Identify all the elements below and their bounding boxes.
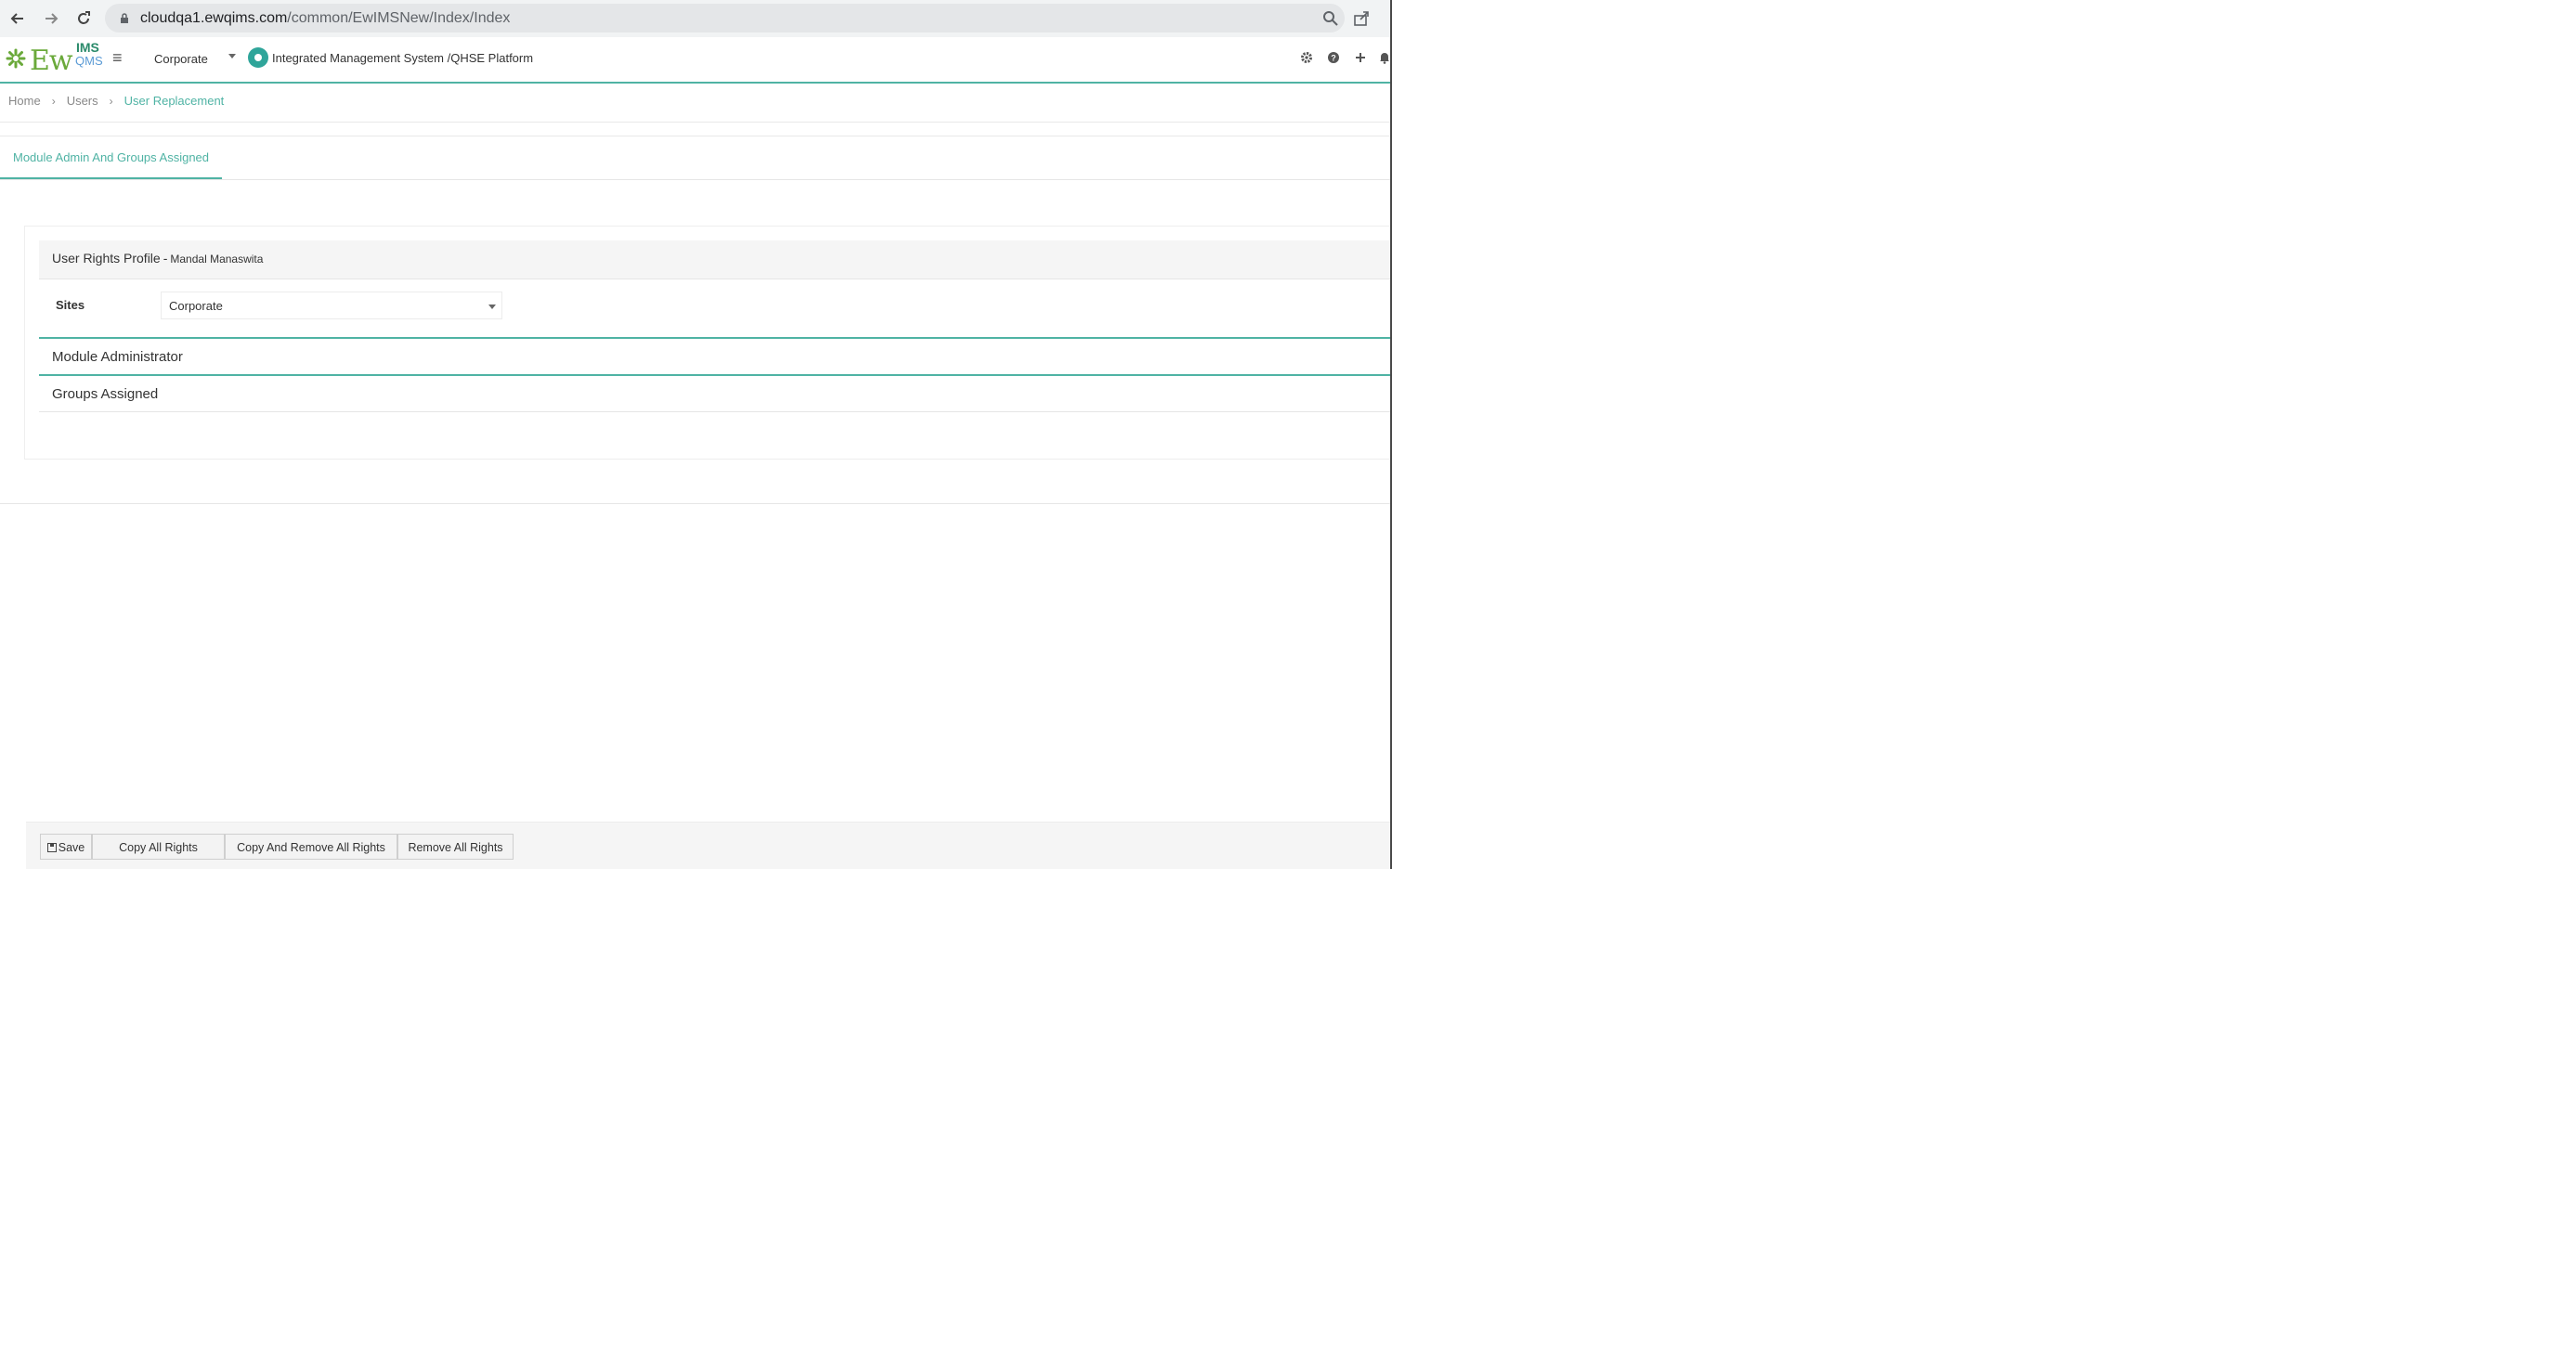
logo-sup-top: IMS [76,40,99,55]
back-arrow-icon[interactable] [5,6,31,32]
help-icon[interactable]: ? [1325,49,1342,66]
module-administrator-title: Module Administrator [52,349,183,365]
tab-strip: Module Admin And Groups Assigned [0,136,1390,180]
sites-dropdown[interactable]: Corporate [161,292,502,319]
url-host: cloudqa1.ewqims.com [140,10,288,26]
sites-label: Sites [56,298,85,312]
screenshot-viewport: cloudqa1.ewqims.com/common/EwIMSNew/Inde… [0,0,1390,869]
logo-text: Ew [30,45,73,77]
plus-icon[interactable] [1352,49,1369,66]
gear-icon[interactable] [1298,49,1315,66]
copy-and-remove-all-rights-button[interactable]: Copy And Remove All Rights [225,834,397,860]
profile-user-name: Mandal Manaswita [170,253,264,266]
sites-dropdown-value: Corporate [169,299,223,313]
remove-all-rights-button[interactable]: Remove All Rights [397,834,514,860]
profile-title-text: User Rights Profile [52,251,161,266]
copy-all-rights-button[interactable]: Copy All Rights [92,834,225,860]
browser-toolbar: cloudqa1.ewqims.com/common/EwIMSNew/Inde… [0,0,1390,37]
profile-header: User Rights Profile - Mandal Manaswita [39,240,1390,279]
forward-arrow-icon[interactable] [38,6,64,32]
zoom-icon[interactable] [1321,9,1340,28]
platform-title: Integrated Management System /QHSE Platf… [272,51,534,65]
platform-logo-icon [248,47,268,68]
chevron-right-icon: › [109,95,113,108]
groups-assigned-title: Groups Assigned [52,386,159,402]
groups-assigned-section[interactable]: Groups Assigned [39,376,1390,412]
breadcrumb: Home › Users › User Replacement [8,94,224,108]
logo-flower-icon [6,48,26,69]
divider [0,122,1390,123]
chevron-down-icon [228,54,236,58]
chevron-right-icon: › [51,95,56,108]
floppy-disk-icon [46,843,57,852]
address-bar[interactable]: cloudqa1.ewqims.com/common/EwIMSNew/Inde… [105,4,1345,32]
screenshot-edge [1390,0,1392,869]
save-button[interactable]: Save [40,834,92,860]
site-selector[interactable]: Corporate [147,46,240,71]
bell-icon[interactable] [1376,49,1390,66]
action-bar: Save Copy All Rights Copy And Remove All… [26,822,1390,869]
lock-icon [121,13,128,23]
hamburger-menu-icon[interactable]: ≡ [112,48,123,68]
breadcrumb-users[interactable]: Users [67,94,98,108]
save-button-label: Save [58,841,85,854]
tab-module-admin-groups[interactable]: Module Admin And Groups Assigned [0,136,223,179]
logo-sup-bottom: QMS [75,54,103,68]
breadcrumb-home[interactable]: Home [8,94,41,108]
profile-title: User Rights Profile - Mandal Manaswita [52,251,263,266]
url-text: cloudqa1.ewqims.com/common/EwIMSNew/Inde… [140,10,510,27]
reload-icon[interactable] [71,6,97,32]
breadcrumb-current: User Replacement [124,94,225,108]
chevron-down-icon [488,305,496,309]
divider [0,503,1390,504]
profile-title-separator: - [163,251,168,266]
url-path: /common/EwIMSNew/Index/Index [287,10,511,26]
svg-text:?: ? [1331,54,1336,63]
app-header: Ew IMS QMS ≡ Corporate Integrated Manage… [0,37,1390,84]
module-administrator-section[interactable]: Module Administrator [39,337,1390,376]
share-icon[interactable] [1352,9,1371,28]
site-selector-value: Corporate [154,52,208,66]
